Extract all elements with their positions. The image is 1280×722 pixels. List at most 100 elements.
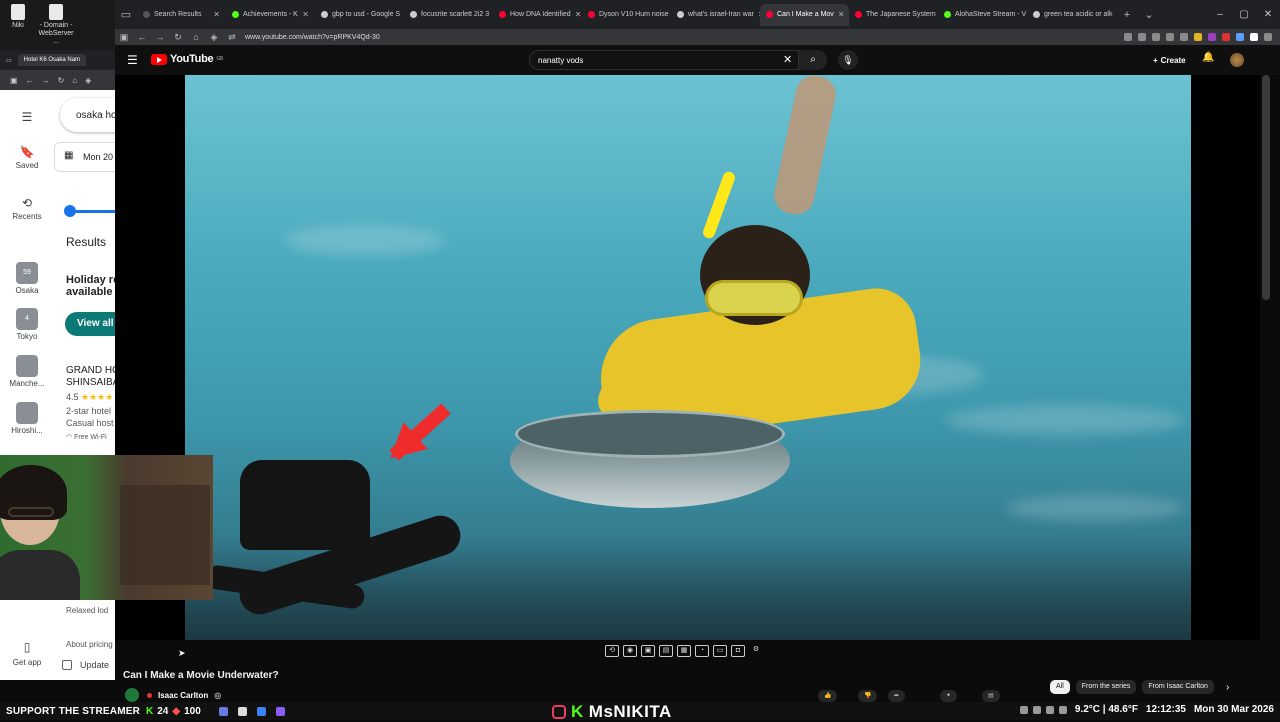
reload-button[interactable]: ↻: [58, 76, 65, 85]
new-tab-button[interactable]: +: [1116, 4, 1138, 26]
browser-tab[interactable]: focusrite scarlett 2i2 3✕: [404, 4, 493, 26]
price-slider-handle[interactable]: [64, 205, 76, 217]
page-scrollbar[interactable]: [1262, 75, 1270, 300]
site-info-icon[interactable]: ⇌: [223, 32, 241, 43]
save-button[interactable]: ▤: [982, 690, 1000, 702]
menu-icon[interactable]: ☰: [0, 110, 54, 126]
reload-button[interactable]: ↻: [169, 32, 187, 43]
share-button[interactable]: ➦: [888, 690, 906, 702]
sidebar-toggle-icon[interactable]: ▣: [10, 76, 18, 85]
get-app-button[interactable]: ▯ Get app: [0, 636, 54, 680]
download-icon[interactable]: [1166, 33, 1174, 41]
crop-icon[interactable]: ▦: [677, 645, 691, 657]
star-icon[interactable]: [1152, 33, 1160, 41]
rail-manchester[interactable]: Manche...: [0, 355, 54, 388]
dislike-button[interactable]: 👎: [858, 690, 878, 702]
update-checkbox-row[interactable]: Update: [62, 660, 109, 670]
cinema-icon[interactable]: ▭: [713, 645, 727, 657]
taskbar-app-icon[interactable]: [218, 706, 228, 716]
chip-from-series[interactable]: From the series: [1075, 680, 1137, 694]
sidebar-toggle-icon[interactable]: ▣: [115, 32, 133, 43]
menu-icon[interactable]: [1264, 33, 1272, 41]
audio-icon[interactable]: ◉: [623, 645, 637, 657]
voice-search-button[interactable]: 🎙: [838, 50, 858, 70]
browser-tab[interactable]: Achievements - K ✕: [226, 4, 315, 26]
rail-tokyo[interactable]: 4 Tokyo: [0, 308, 54, 341]
screenshot-icon[interactable]: [1124, 33, 1132, 41]
browser-tab[interactable]: gbp to usd - Google S✕: [315, 4, 404, 26]
rail-recents[interactable]: ⟲ Recents: [0, 196, 54, 221]
shield-icon[interactable]: ◈: [205, 32, 223, 43]
browser-tab[interactable]: The Japanese System✕: [849, 4, 938, 26]
create-button[interactable]: + Create: [1147, 51, 1192, 69]
desktop-shortcut-niki[interactable]: Niki: [0, 4, 36, 30]
picture-in-picture-icon[interactable]: ▣: [641, 645, 655, 657]
home-button[interactable]: ⌂: [187, 32, 205, 42]
channel-name[interactable]: Isaac Carlton: [158, 691, 208, 700]
notifications-bell-icon[interactable]: 🔔: [1202, 52, 1214, 63]
extension-icon[interactable]: [1208, 33, 1216, 41]
about-pricing-link[interactable]: About pricing: [66, 640, 113, 649]
chip-from-channel[interactable]: From Isaac Carlton: [1142, 680, 1214, 694]
browser-tab[interactable]: Search Results ✕: [137, 4, 226, 26]
shield-icon[interactable]: ◈: [85, 76, 91, 85]
back-button[interactable]: ←: [133, 32, 151, 42]
browser-tab[interactable]: Can I Make a Mov ✕: [760, 3, 849, 26]
close-window-button[interactable]: ✕: [1256, 9, 1280, 20]
camera-icon[interactable]: ◘: [731, 645, 745, 657]
home-button[interactable]: ⌂: [72, 76, 77, 85]
reader-icon[interactable]: [1138, 33, 1146, 41]
update-checkbox[interactable]: [62, 660, 72, 670]
view-all-button[interactable]: View all: [65, 312, 115, 336]
hamburger-menu-icon[interactable]: ☰: [127, 53, 138, 67]
like-button[interactable]: 👍: [818, 690, 838, 702]
history-icon[interactable]: [1180, 33, 1188, 41]
minimize-button[interactable]: –: [1208, 9, 1232, 20]
chip-all[interactable]: All: [1050, 680, 1070, 694]
close-tab-icon[interactable]: ✕: [575, 10, 582, 19]
loop-icon[interactable]: ⟲: [605, 645, 619, 657]
back-button[interactable]: ←: [26, 76, 34, 85]
forward-button[interactable]: →: [151, 32, 169, 42]
network-icon[interactable]: [1045, 705, 1054, 714]
chevron-right-icon[interactable]: ›: [1226, 682, 1229, 693]
url-field[interactable]: www.youtube.com/watch?v=pRPKV4Qd-30: [245, 34, 380, 41]
rail-saved[interactable]: 🔖 Saved: [0, 145, 54, 170]
desktop-shortcut-domain[interactable]: - Domain - WebServer ...: [36, 4, 76, 46]
account-avatar[interactable]: [1230, 53, 1244, 67]
extension-icon[interactable]: [1222, 33, 1230, 41]
rail-osaka[interactable]: 59 Osaka: [0, 262, 54, 295]
volume-icon[interactable]: [1058, 705, 1067, 714]
video-player[interactable]: [115, 75, 1260, 640]
taskbar-app-icon[interactable]: [275, 706, 285, 716]
search-button[interactable]: ⌕: [799, 50, 827, 70]
browser-tab[interactable]: How DNA Identified ✕: [493, 4, 582, 26]
ask-button[interactable]: ✦: [940, 690, 958, 702]
check-in-date-field[interactable]: ▦ Mon 20: [54, 142, 115, 172]
tray-icon[interactable]: [1032, 705, 1041, 714]
hotel-name[interactable]: GRAND HO SHINSAIBA: [66, 365, 115, 389]
film-icon[interactable]: ▤: [659, 645, 673, 657]
close-tab-icon[interactable]: ✕: [838, 10, 845, 19]
extension-icon[interactable]: [1236, 33, 1244, 41]
maximize-button[interactable]: ▢: [1232, 9, 1256, 20]
taskbar-app-icon[interactable]: [237, 706, 247, 716]
forward-button[interactable]: →: [42, 76, 50, 85]
browser-tab[interactable]: AlohaSteve Stream - V✕: [938, 4, 1027, 26]
settings-gear-icon[interactable]: ⚙: [749, 645, 763, 657]
clear-search-icon[interactable]: ✕: [783, 53, 792, 66]
tab-hotel[interactable]: Hotel K6 Osaka Nam: [17, 54, 87, 66]
tab-list-icon[interactable]: ▭: [115, 4, 137, 26]
extension-icon[interactable]: [1194, 33, 1202, 41]
video-frame[interactable]: [185, 75, 1191, 640]
tray-icon[interactable]: [1019, 705, 1028, 714]
profile-icon[interactable]: [1250, 33, 1258, 41]
taskbar-app-icon[interactable]: [256, 706, 266, 716]
rail-hiroshima[interactable]: Hiroshi...: [0, 402, 54, 435]
browser-tab[interactable]: Dyson V10 Hum noise✕: [582, 4, 671, 26]
close-tab-icon[interactable]: ✕: [302, 10, 309, 19]
maps-search-input[interactable]: osaka ho: [60, 98, 115, 132]
browser-tab[interactable]: green tea acidic or alk✕: [1027, 4, 1116, 26]
youtube-logo[interactable]: YouTube GB: [151, 53, 223, 65]
tab-search-chevron-icon[interactable]: ⌄: [1138, 4, 1160, 26]
